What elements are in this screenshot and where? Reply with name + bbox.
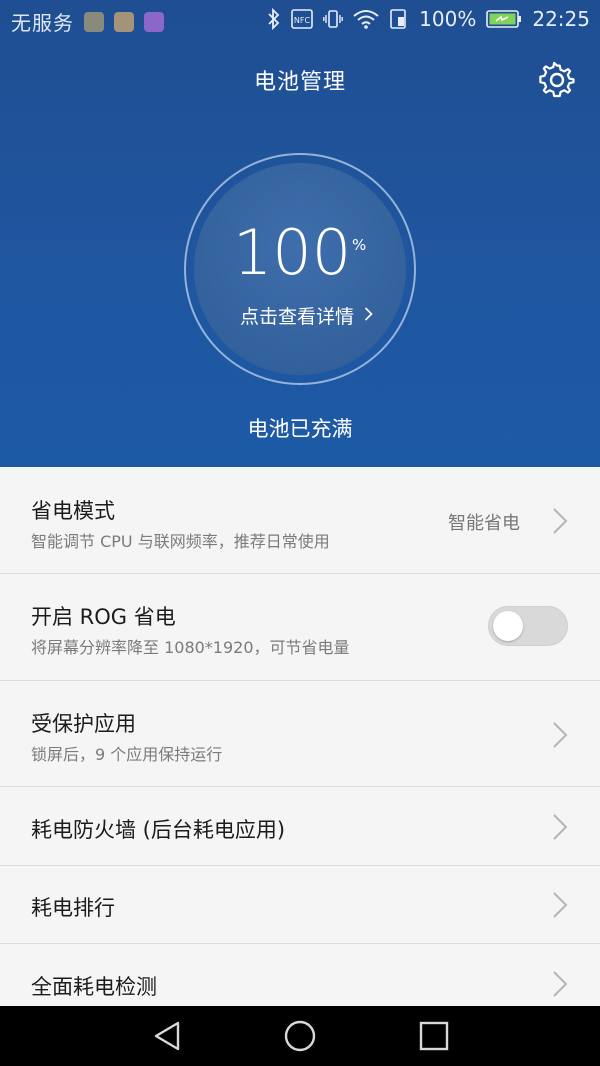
full-check-title: 全面耗电检测 xyxy=(31,975,157,999)
power-firewall-title: 耗电防火墙 (后台耗电应用) xyxy=(31,818,286,842)
power-mode-row[interactable]: 省电模式 智能调节 CPU 与联网频率，推荐日常使用 智能省电 xyxy=(0,467,600,574)
battery-icon xyxy=(486,9,522,29)
nfc-icon: NFC xyxy=(291,8,313,30)
protected-apps-subtitle: 锁屏后，9 个应用保持运行 xyxy=(31,745,223,764)
power-mode-title: 省电模式 xyxy=(31,499,115,523)
navigation-bar xyxy=(0,1006,600,1066)
chevron-right-icon xyxy=(553,508,568,534)
carrier-label: 无服务 xyxy=(11,11,74,35)
toggle-knob xyxy=(493,611,523,641)
clock: 22:25 xyxy=(532,7,590,31)
power-ranking-row[interactable]: 耗电排行 xyxy=(0,866,600,944)
status-bar: 无服务 NFC 100% 22:25 xyxy=(0,0,600,42)
chevron-right-icon xyxy=(553,722,568,748)
bluetooth-icon xyxy=(267,8,281,30)
rog-toggle[interactable] xyxy=(488,606,568,646)
gear-icon[interactable] xyxy=(538,61,576,99)
nfc-label: NFC xyxy=(294,16,311,25)
news-app-icon xyxy=(84,11,104,32)
rog-title: 开启 ROG 省电 xyxy=(31,605,176,629)
gallery-app-icon xyxy=(114,11,134,32)
home-icon[interactable] xyxy=(284,1020,316,1052)
sim-battery-icon xyxy=(389,8,409,30)
protected-apps-row[interactable]: 受保护应用 锁屏后，9 个应用保持运行 xyxy=(0,681,600,787)
chevron-right-icon xyxy=(364,305,373,327)
full-check-row[interactable]: 全面耗电检测 xyxy=(0,944,600,1006)
power-ranking-title: 耗电排行 xyxy=(31,896,115,920)
view-details-link[interactable]: 点击查看详情 xyxy=(240,302,373,329)
chevron-right-icon xyxy=(553,814,568,840)
rog-row: 开启 ROG 省电 将屏幕分辨率降至 1080*1920，可节省电量 xyxy=(0,574,600,681)
battery-header: 无服务 NFC 100% 22:25 电池管理 100 % 点击查看详情 电池已… xyxy=(0,0,600,467)
vibrate-icon xyxy=(323,8,344,30)
charge-status: 电池已充满 xyxy=(247,417,353,441)
rog-subtitle: 将屏幕分辨率降至 1080*1920，可节省电量 xyxy=(31,638,350,657)
power-firewall-row[interactable]: 耗电防火墙 (后台耗电应用) xyxy=(0,787,600,866)
battery-level: 100 xyxy=(232,216,352,289)
back-icon[interactable] xyxy=(151,1020,183,1052)
page-title: 电池管理 xyxy=(253,70,346,95)
battery-percent: 100% xyxy=(419,7,477,31)
keyboard-app-icon xyxy=(144,11,164,32)
chevron-right-icon xyxy=(553,971,568,997)
power-mode-subtitle: 智能调节 CPU 与联网频率，推荐日常使用 xyxy=(31,532,330,551)
chevron-right-icon xyxy=(553,892,568,918)
view-details-label: 点击查看详情 xyxy=(240,306,355,328)
recents-icon[interactable] xyxy=(418,1020,450,1052)
battery-unit: % xyxy=(352,236,367,254)
protected-apps-title: 受保护应用 xyxy=(31,712,136,736)
power-mode-value: 智能省电 xyxy=(448,513,520,534)
wifi-icon xyxy=(353,8,379,30)
